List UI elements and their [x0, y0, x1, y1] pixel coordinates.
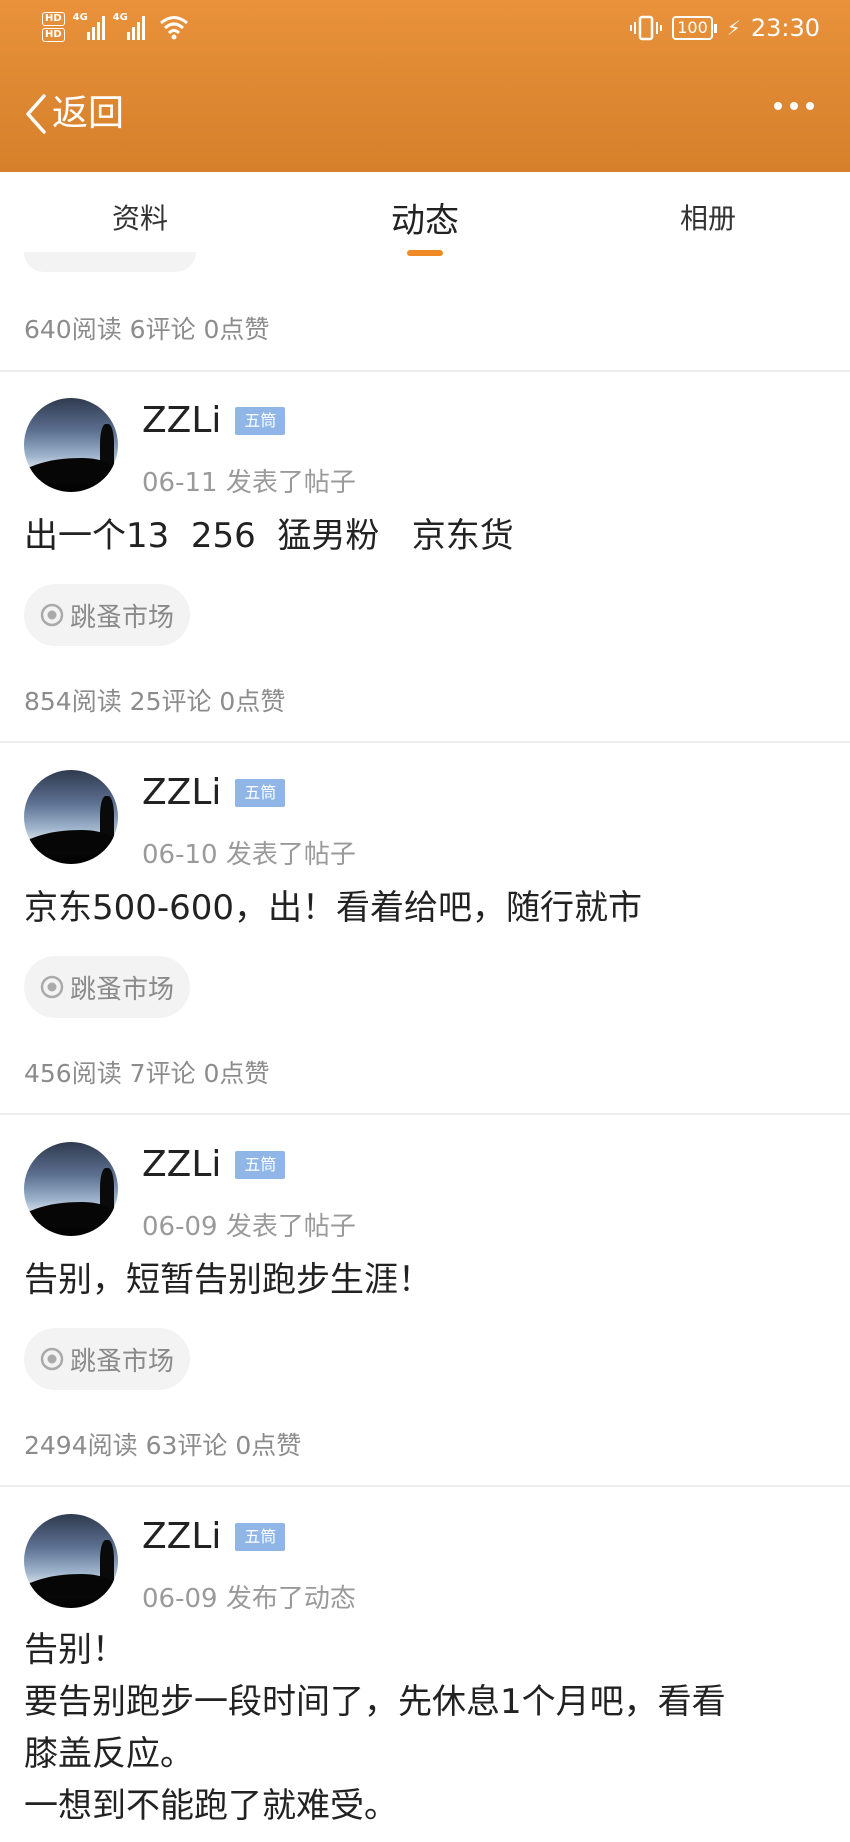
back-button[interactable]: 返回 [22, 92, 124, 136]
tag-label: 跳蚤市场 [70, 974, 175, 1005]
level-badge: 五筒 [235, 406, 286, 435]
post-stats: 640阅读 6评论 0点赞 [24, 315, 270, 344]
profile-tabs: 资料 动态 相册 [0, 172, 850, 262]
post-content[interactable]: 告别，短暂告别跑步生涯！ [24, 1254, 432, 1306]
author-name[interactable]: ZZLi [142, 772, 221, 813]
post-meta: 06-09 发表了帖子 [142, 1212, 356, 1242]
level-badge: 五筒 [235, 1522, 286, 1551]
tab-profile[interactable]: 资料 [60, 172, 220, 262]
author-name[interactable]: ZZLi [142, 1516, 221, 1557]
avatar[interactable] [24, 1142, 118, 1236]
hd-icon: HD [42, 12, 65, 26]
post-meta: 06-10 发表了帖子 [142, 840, 356, 870]
post-content[interactable]: 出一个13 256 猛男粉 京东货 [24, 510, 514, 562]
back-label: 返回 [52, 93, 125, 134]
battery-level: 100 [672, 16, 713, 40]
charging-icon: ⚡ [726, 16, 741, 40]
tag-chip[interactable]: 跳蚤市场 [24, 584, 191, 646]
signal-icon: 4G [73, 12, 105, 40]
vibrate-icon [630, 15, 663, 41]
app-header: HD HD 4G 4G 100 ⚡ 23:30 返回 [0, 0, 850, 172]
chevron-left-icon [26, 94, 46, 134]
author-row: ZZLi 五筒 [142, 400, 286, 441]
divider [0, 1113, 850, 1115]
active-tab-indicator [407, 250, 443, 256]
target-icon [40, 1347, 64, 1371]
avatar[interactable] [24, 770, 118, 864]
post-stats: 456阅读 7评论 0点赞 [24, 1059, 270, 1088]
tag-label: 跳蚤市场 [70, 1346, 175, 1377]
post-meta: 06-09 发布了动态 [142, 1584, 356, 1614]
status-time: 23:30 [750, 14, 820, 42]
tag-chip-partial[interactable] [24, 252, 196, 272]
post-meta: 06-11 发表了帖子 [142, 468, 356, 498]
divider [0, 741, 850, 743]
hd-icon: HD [42, 28, 65, 42]
battery-icon: 100 [672, 16, 717, 40]
post-stats: 2494阅读 63评论 0点赞 [24, 1431, 302, 1460]
tag-label: 跳蚤市场 [70, 602, 175, 633]
author-row: ZZLi 五筒 [142, 1144, 286, 1185]
avatar[interactable] [24, 1514, 118, 1608]
more-options-icon[interactable] [774, 102, 814, 110]
divider [0, 1485, 850, 1487]
target-icon [40, 975, 64, 999]
status-bar: HD HD 4G 4G 100 ⚡ 23:30 [0, 0, 850, 60]
author-name[interactable]: ZZLi [142, 1144, 221, 1185]
hd-indicators: HD HD [42, 12, 65, 42]
post-content[interactable]: 告别！ 要告别跑步一段时间了，先休息1个月吧，看看 膝盖反应。 一想到不能跑了就… [24, 1624, 726, 1832]
tag-chip[interactable]: 跳蚤市场 [24, 1328, 191, 1390]
wifi-icon [159, 16, 188, 40]
tag-chip[interactable]: 跳蚤市场 [24, 956, 191, 1018]
tab-album[interactable]: 相册 [628, 172, 788, 262]
status-left: HD HD 4G 4G [42, 12, 189, 42]
signal-icon: 4G [113, 12, 145, 40]
network-type: 4G [112, 12, 128, 23]
avatar[interactable] [24, 398, 118, 492]
post-content[interactable]: 京东500-600，出！看着给吧，随行就市 [24, 882, 642, 934]
author-name[interactable]: ZZLi [142, 400, 221, 441]
author-row: ZZLi 五筒 [142, 772, 286, 813]
level-badge: 五筒 [235, 1150, 286, 1179]
author-row: ZZLi 五筒 [142, 1516, 286, 1557]
status-right: 100 ⚡ 23:30 [630, 14, 820, 42]
post-stats: 854阅读 25评论 0点赞 [24, 687, 286, 716]
network-type: 4G [72, 12, 88, 23]
level-badge: 五筒 [235, 778, 286, 807]
nav-bar: 返回 [0, 80, 850, 152]
divider [0, 370, 850, 372]
target-icon [40, 603, 64, 627]
tab-activity[interactable]: 动态 [345, 172, 505, 262]
